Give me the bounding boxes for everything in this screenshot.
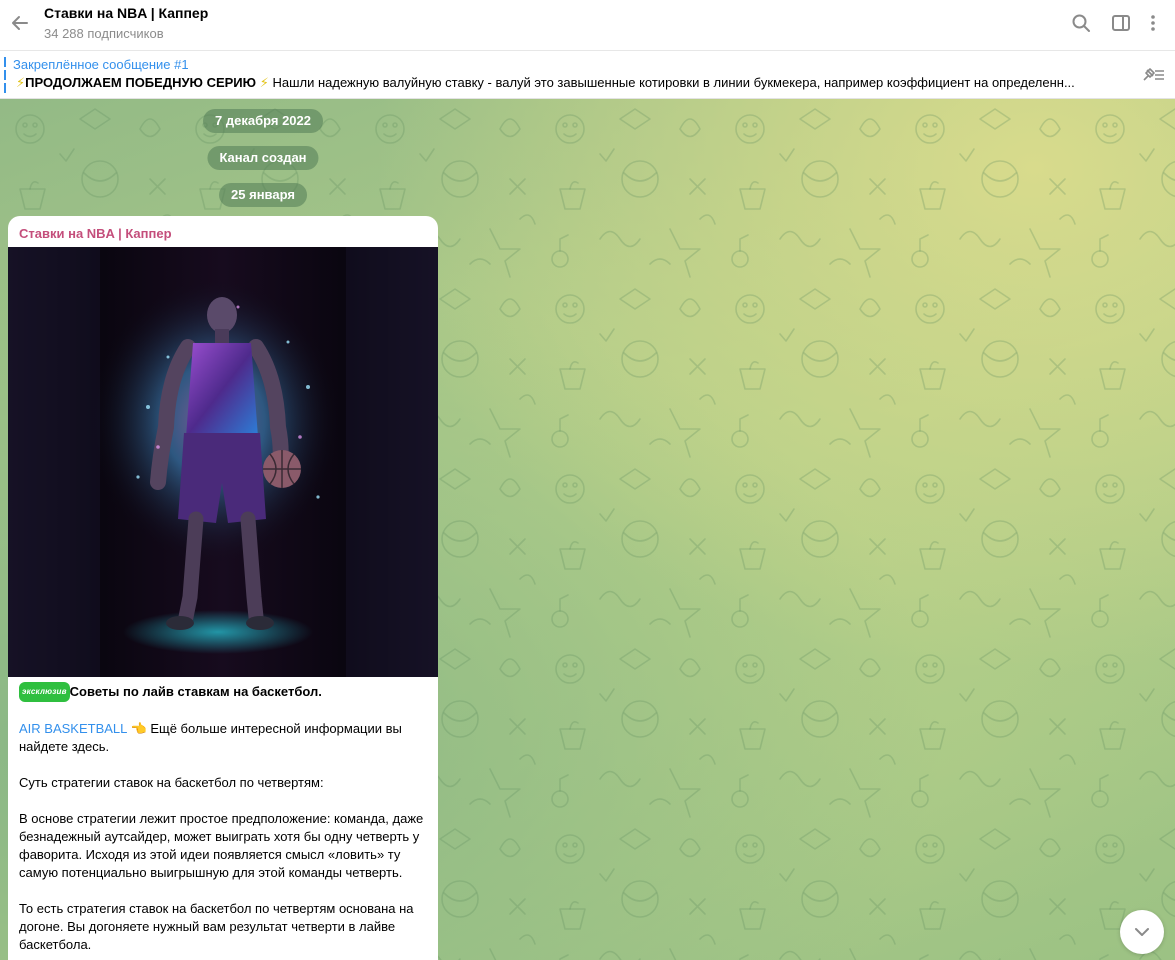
- pin-list-icon: [1143, 68, 1164, 81]
- more-vertical-icon: [1151, 15, 1155, 31]
- arrow-left-icon: [12, 16, 28, 30]
- sidebar-toggle-icon: [1112, 15, 1130, 31]
- chat-area[interactable]: 7 декабря 2022 Канал создан 25 января Ст…: [0, 99, 1175, 960]
- paragraph: Суть стратегии ставок на баскетбол по че…: [19, 775, 324, 790]
- search-icon: [1072, 14, 1090, 32]
- pinned-list-button[interactable]: [1139, 63, 1167, 87]
- message-photo[interactable]: [8, 247, 438, 677]
- lightning-emoji-icon: ⚡: [16, 75, 26, 90]
- exclusive-emoji-icon: эксклюзив: [19, 682, 70, 702]
- lightning-emoji-icon: ⚡: [259, 75, 269, 90]
- search-button[interactable]: [1069, 11, 1093, 35]
- chevron-down-icon: [1135, 928, 1149, 936]
- message-author[interactable]: Ставки на NBA | Каппер: [19, 226, 172, 241]
- subscriber-count: 34 288 подписчиков: [44, 26, 164, 41]
- message-headline: Советы по лайв ставкам на баскетбол.: [69, 684, 322, 699]
- scroll-to-bottom-button[interactable]: [1120, 910, 1164, 954]
- pinned-bold-text: ПРОДОЛЖАЕМ ПОБЕДНУЮ СЕРИЮ: [25, 75, 257, 90]
- pinned-indicator: [4, 57, 6, 93]
- chat-header: Ставки на NBA | Каппер 34 288 подписчико…: [0, 0, 1175, 51]
- pinned-text: ⚡ПРОДОЛЖАЕМ ПОБЕДНУЮ СЕРИЮ ⚡ Нашли надеж…: [16, 75, 1116, 91]
- basketball-player-image: [8, 247, 438, 677]
- telegram-window: Ставки на NBA | Каппер 34 288 подписчико…: [0, 0, 1175, 960]
- date-separator: 25 января: [219, 183, 307, 207]
- sidebar-toggle-button[interactable]: [1109, 11, 1133, 35]
- channel-title[interactable]: Ставки на NBA | Каппер: [44, 5, 208, 21]
- service-message-channel-created: Канал создан: [207, 146, 319, 170]
- pinned-label: Закреплённое сообщение #1: [13, 57, 189, 72]
- paragraph: То есть стратегия ставок на баскетбол по…: [19, 901, 414, 952]
- message-text: эксклюзив Советы по лайв ставкам на баске…: [19, 682, 429, 960]
- message-bubble[interactable]: Ставки на NBA | Каппер эксклюзив Советы …: [8, 216, 438, 960]
- pinned-preview-text: Нашли надежную валуйную ставку - валуй э…: [272, 75, 1075, 90]
- date-separator: 7 декабря 2022: [203, 109, 323, 133]
- channel-link[interactable]: AIR BASKETBALL: [19, 721, 127, 736]
- pointing-hand-icon: 👈: [130, 721, 147, 736]
- paragraph: В основе стратегии лежит простое предпол…: [19, 811, 424, 880]
- more-menu-button[interactable]: [1141, 11, 1165, 35]
- pinned-message-bar[interactable]: Закреплённое сообщение #1 ⚡ПРОДОЛЖАЕМ ПО…: [0, 51, 1175, 99]
- back-button[interactable]: [6, 9, 34, 37]
